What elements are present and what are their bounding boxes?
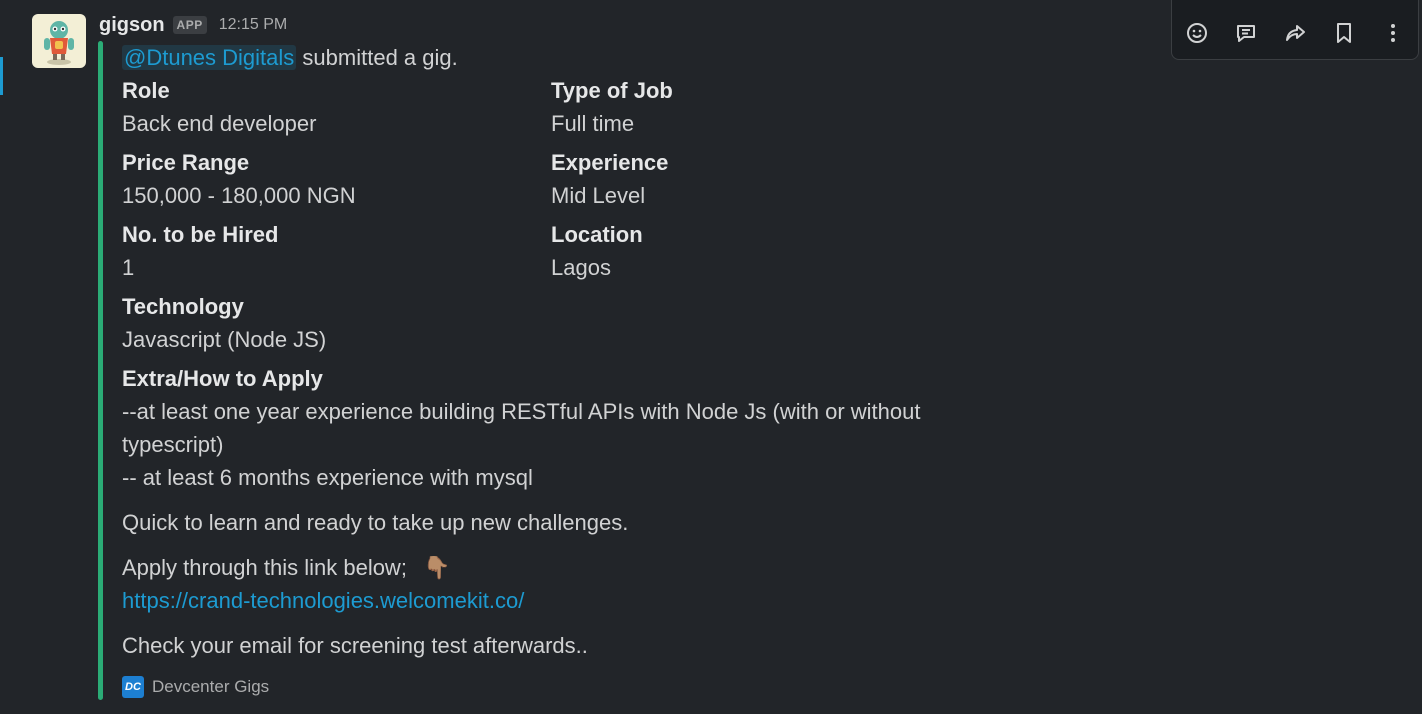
job-type-value: Full time [551,111,635,136]
footer-source: Devcenter Gigs [152,677,270,696]
intro-line: @Dtunes Digitals submitted a gig. [122,41,458,74]
location-label: Location [551,222,643,247]
app-badge: APP [172,16,207,34]
attachment-footer: DC Devcenter Gigs [122,676,269,698]
channel-selection-marker [0,57,3,95]
reply-thread-icon[interactable] [1229,17,1263,49]
technology-label: Technology [122,294,244,319]
message-actions-toolbar [1171,0,1419,60]
hired-count-value: 1 [122,255,135,280]
extra-line: --at least one year experience building … [122,399,921,424]
screening-test-line: Check your email for screening test afte… [122,633,588,658]
emoji-reaction-icon[interactable] [1180,17,1214,49]
bookmark-icon[interactable] [1327,17,1361,49]
price-range-value: 150,000 - 180,000 NGN [122,183,356,208]
experience-label: Experience [551,150,669,175]
apply-text: Apply through this link below; [122,555,407,580]
quick-learner-line: Quick to learn and ready to take up new … [122,510,629,535]
intro-text: submitted a gig. [302,45,458,70]
message-timestamp[interactable]: 12:15 PM [219,16,287,34]
avatar[interactable] [32,14,86,68]
price-range-label: Price Range [122,150,250,175]
devcenter-logo-icon: DC [122,676,144,698]
location-value: Lagos [551,255,611,280]
message-header: gigson APP 12:15 PM [99,12,287,38]
hired-count-label: No. to be Hired [122,222,279,247]
apply-link-text[interactable]: https://crand-technologies.welcomekit.co… [122,588,524,613]
user-mention[interactable]: @Dtunes Digitals [122,45,297,70]
sender-name[interactable]: gigson [99,14,165,37]
role-value: Back end developer [122,111,317,136]
extra-line: typescript) [122,432,224,457]
extra-label: Extra/How to Apply [122,366,323,391]
experience-value: Mid Level [551,183,646,208]
apply-line: Apply through this link below; 👇🏽 [122,551,450,584]
job-type-label: Type of Job [551,78,673,103]
attachment-accent-bar [98,41,103,700]
share-forward-icon[interactable] [1278,17,1312,49]
technology-value: Javascript (Node JS) [122,327,327,352]
extra-line: -- at least 6 months experience with mys… [122,465,533,490]
robot-avatar-icon [44,21,74,65]
pointing-down-icon: 👇🏽 [423,555,451,580]
role-label: Role [122,78,170,103]
apply-link[interactable]: https://crand-technologies.welcomekit.co… [122,584,524,617]
more-options-icon[interactable] [1376,17,1410,49]
